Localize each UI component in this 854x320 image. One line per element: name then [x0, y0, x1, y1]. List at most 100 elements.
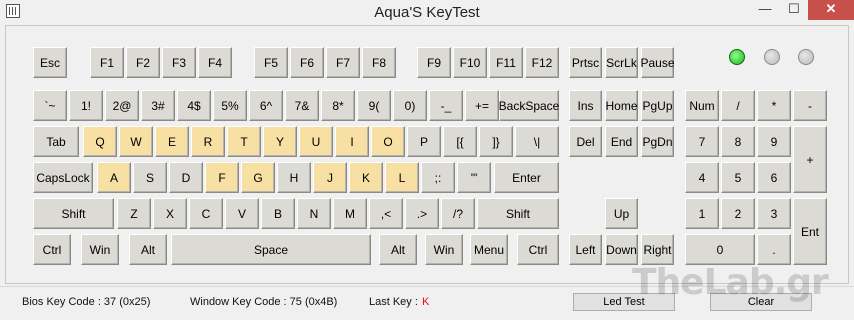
- key-up[interactable]: Up: [605, 198, 638, 229]
- key-right[interactable]: Right: [641, 234, 674, 265]
- key-n[interactable]: N: [297, 198, 331, 229]
- key-lwin[interactable]: Win: [81, 234, 119, 265]
- key-menu[interactable]: Menu: [470, 234, 508, 265]
- key-2[interactable]: 2@: [105, 90, 139, 121]
- key-end[interactable]: End: [605, 126, 638, 157]
- key-4[interactable]: 4$: [177, 90, 211, 121]
- key-np1[interactable]: 1: [685, 198, 719, 229]
- key-l[interactable]: L: [385, 162, 419, 193]
- key-pause[interactable]: Pause: [640, 47, 675, 78]
- key-backslash[interactable]: \|: [515, 126, 559, 157]
- key-rwin[interactable]: Win: [425, 234, 463, 265]
- key-m[interactable]: M: [333, 198, 367, 229]
- key-prtsc[interactable]: Prtsc: [569, 47, 602, 78]
- close-button[interactable]: ✕: [808, 0, 854, 20]
- key-np-dot[interactable]: .: [757, 234, 791, 265]
- key-np-minus[interactable]: -: [793, 90, 827, 121]
- key-lalt[interactable]: Alt: [129, 234, 167, 265]
- key-y[interactable]: Y: [263, 126, 297, 157]
- key-i[interactable]: I: [335, 126, 369, 157]
- key-del[interactable]: Del: [569, 126, 602, 157]
- key-pgdn[interactable]: PgDn: [641, 126, 674, 157]
- key-f7[interactable]: F7: [326, 47, 360, 78]
- key-f11[interactable]: F11: [489, 47, 523, 78]
- key-pgup[interactable]: PgUp: [641, 90, 674, 121]
- key-d[interactable]: D: [169, 162, 203, 193]
- key-np-enter[interactable]: Ent: [793, 198, 827, 265]
- key-left[interactable]: Left: [569, 234, 602, 265]
- key-f1[interactable]: F1: [90, 47, 124, 78]
- key-np-div[interactable]: /: [721, 90, 755, 121]
- key-np3[interactable]: 3: [757, 198, 791, 229]
- key-home[interactable]: Home: [605, 90, 638, 121]
- key-np-mul[interactable]: *: [757, 90, 791, 121]
- key-np-plus[interactable]: +: [793, 126, 827, 193]
- key-rbracket[interactable]: ]}: [479, 126, 513, 157]
- key-b[interactable]: B: [261, 198, 295, 229]
- key-k[interactable]: K: [349, 162, 383, 193]
- key-p[interactable]: P: [407, 126, 441, 157]
- key-ins[interactable]: Ins: [569, 90, 602, 121]
- key-f3[interactable]: F3: [162, 47, 196, 78]
- key-rctrl[interactable]: Ctrl: [517, 234, 559, 265]
- key-np7[interactable]: 7: [685, 126, 719, 157]
- key-np8[interactable]: 8: [721, 126, 755, 157]
- key-v[interactable]: V: [225, 198, 259, 229]
- key-z[interactable]: Z: [117, 198, 151, 229]
- key-9[interactable]: 9(: [357, 90, 391, 121]
- key-h[interactable]: H: [277, 162, 311, 193]
- key-f10[interactable]: F10: [453, 47, 487, 78]
- key-f[interactable]: F: [205, 162, 239, 193]
- key-5[interactable]: 5%: [213, 90, 247, 121]
- key-f8[interactable]: F8: [362, 47, 396, 78]
- key-r[interactable]: R: [191, 126, 225, 157]
- key-1[interactable]: 1!: [69, 90, 103, 121]
- key-rshift[interactable]: Shift: [477, 198, 559, 229]
- key-s[interactable]: S: [133, 162, 167, 193]
- key-t[interactable]: T: [227, 126, 261, 157]
- key-np0[interactable]: 0: [685, 234, 755, 265]
- key-enter[interactable]: Enter: [494, 162, 559, 193]
- key-np2[interactable]: 2: [721, 198, 755, 229]
- key-lctrl[interactable]: Ctrl: [33, 234, 71, 265]
- key-ralt[interactable]: Alt: [379, 234, 417, 265]
- key-3[interactable]: 3#: [141, 90, 175, 121]
- key-np5[interactable]: 5: [721, 162, 755, 193]
- key-8[interactable]: 8*: [321, 90, 355, 121]
- key-equals[interactable]: +=: [465, 90, 499, 121]
- key-0[interactable]: 0): [393, 90, 427, 121]
- key-e[interactable]: E: [155, 126, 189, 157]
- key-capslock[interactable]: CapsLock: [33, 162, 93, 193]
- key-j[interactable]: J: [313, 162, 347, 193]
- key-g[interactable]: G: [241, 162, 275, 193]
- key-space[interactable]: Space: [171, 234, 371, 265]
- key-f2[interactable]: F2: [126, 47, 160, 78]
- key-np6[interactable]: 6: [757, 162, 791, 193]
- key-quote[interactable]: '": [457, 162, 491, 193]
- key-w[interactable]: W: [119, 126, 153, 157]
- key-o[interactable]: O: [371, 126, 405, 157]
- key-f4[interactable]: F4: [198, 47, 232, 78]
- key-x[interactable]: X: [153, 198, 187, 229]
- key-6[interactable]: 6^: [249, 90, 283, 121]
- key-7[interactable]: 7&: [285, 90, 319, 121]
- key-u[interactable]: U: [299, 126, 333, 157]
- key-c[interactable]: C: [189, 198, 223, 229]
- key-lshift[interactable]: Shift: [33, 198, 114, 229]
- key-backspace[interactable]: BackSpace: [499, 90, 559, 121]
- key-semicolon[interactable]: ;:: [421, 162, 455, 193]
- key-q[interactable]: Q: [83, 126, 117, 157]
- key-scrlk[interactable]: ScrLk: [605, 47, 638, 78]
- key-slash[interactable]: /?: [441, 198, 475, 229]
- key-period[interactable]: .>: [405, 198, 439, 229]
- key-f5[interactable]: F5: [254, 47, 288, 78]
- maximize-button[interactable]: ☐: [780, 0, 808, 20]
- key-comma[interactable]: ,<: [369, 198, 403, 229]
- key-f9[interactable]: F9: [417, 47, 451, 78]
- key-lbracket[interactable]: [{: [443, 126, 477, 157]
- key-minus[interactable]: -_: [429, 90, 463, 121]
- minimize-button[interactable]: —: [750, 0, 780, 20]
- key-f6[interactable]: F6: [290, 47, 324, 78]
- key-f12[interactable]: F12: [525, 47, 559, 78]
- key-backtick[interactable]: `~: [33, 90, 67, 121]
